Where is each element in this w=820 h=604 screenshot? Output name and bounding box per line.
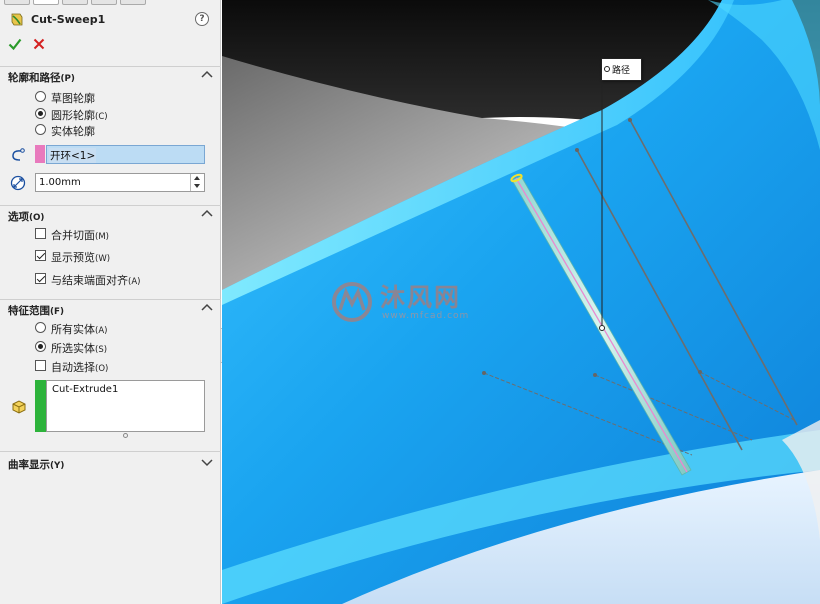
feature-title: Cut-Sweep1 (31, 13, 106, 26)
checkbox-label: 与结束端面对齐(A) (51, 274, 141, 287)
watermark: 沐风网 www.mfcad.com (330, 278, 490, 328)
spin-up-icon[interactable] (194, 176, 200, 180)
spin-down-icon[interactable] (194, 184, 200, 188)
path-selection-value: 开环<1> (49, 148, 97, 163)
question-mark-icon[interactable]: ? (195, 12, 209, 26)
callout-anchor-point (599, 325, 605, 331)
radio-label: 圆形轮廓(C) (51, 109, 108, 122)
list-item[interactable]: Cut-Extrude1 (52, 384, 118, 395)
tab-feature-manager[interactable] (4, 0, 30, 5)
chevron-up-icon[interactable] (201, 302, 213, 312)
section-curvature-header[interactable]: 曲率显示(Y) (0, 451, 221, 471)
callout-dot-icon (604, 66, 610, 72)
chevron-up-icon[interactable] (201, 69, 213, 79)
tab-dimxpert-manager[interactable] (91, 0, 117, 5)
watermark-logo (332, 282, 372, 322)
path-color-swatch (35, 145, 45, 163)
chevron-down-icon[interactable] (201, 457, 213, 467)
section-options-title: 选项(O) (8, 211, 45, 223)
solid-body-icon (12, 400, 26, 414)
path-callout-label[interactable]: 路径 (601, 58, 642, 81)
section-options-header[interactable]: 选项(O) (0, 205, 221, 223)
path-curve-icon (12, 148, 25, 161)
diameter-spinner[interactable] (190, 174, 204, 191)
radio-button[interactable] (35, 108, 46, 119)
cut-sweep-icon (11, 13, 23, 26)
checkbox[interactable] (35, 228, 46, 239)
panel-tab-strip (0, 0, 221, 6)
callout-text: 路径 (612, 66, 631, 76)
feature-title-row: Cut-Sweep1 ? (8, 11, 213, 29)
checkbox[interactable] (35, 250, 46, 261)
radio-button[interactable] (35, 341, 46, 352)
checkbox[interactable] (35, 273, 46, 284)
radio-button[interactable] (35, 91, 46, 102)
section-feature-scope-title: 特征范围(F) (8, 305, 64, 317)
radio-label: 实体轮廓 (51, 125, 95, 138)
sketch-point (575, 148, 579, 152)
sketch-point (593, 373, 597, 377)
diameter-icon (10, 175, 26, 191)
section-profile-path-header[interactable]: 轮廓和路径(P) (0, 66, 221, 84)
checkbox-label: 自动选择(O) (51, 361, 109, 374)
chevron-up-icon[interactable] (201, 208, 213, 218)
radio-label: 草图轮廓 (51, 92, 95, 105)
sketch-point (698, 370, 702, 374)
list-resize-grip[interactable] (123, 433, 128, 438)
tab-configuration-manager[interactable] (62, 0, 88, 5)
checkbox-label: 显示预览(W) (51, 251, 111, 264)
checkbox-label: 合并切面(M) (51, 229, 109, 242)
diameter-input[interactable]: 1.00mm (35, 173, 205, 192)
bodies-selection-list[interactable]: Cut-Extrude1 (46, 380, 205, 432)
property-manager-panel: Cut-Sweep1 ? 轮廓和路径(P) 草图轮廓 圆形轮廓(C) 实体轮廓 … (0, 0, 221, 604)
section-feature-scope-header[interactable]: 特征范围(F) (0, 299, 221, 317)
section-profile-path-title: 轮廓和路径(P) (8, 72, 75, 84)
radio-label: 所有实体(A) (51, 323, 108, 336)
sketch-point (628, 118, 632, 122)
ok-check-button[interactable] (8, 37, 22, 51)
sketch-point (482, 371, 486, 375)
tab-property-manager[interactable] (33, 0, 59, 5)
section-curvature-title: 曲率显示(Y) (8, 459, 65, 471)
bodies-color-swatch (35, 380, 46, 432)
cancel-x-button[interactable] (32, 37, 46, 51)
diameter-value: 1.00mm (39, 177, 81, 188)
radio-button[interactable] (35, 124, 46, 135)
watermark-url: www.mfcad.com (382, 311, 470, 321)
checkbox[interactable] (35, 360, 46, 371)
tab-display-manager[interactable] (120, 0, 146, 5)
watermark-text: 沐风网 (380, 283, 462, 312)
graphics-viewport[interactable]: 路径 沐风网 www.mfcad.com (222, 0, 820, 604)
model-scene[interactable] (222, 0, 820, 604)
path-selection-field[interactable]: 开环<1> (46, 145, 205, 164)
radio-button[interactable] (35, 322, 46, 333)
radio-label: 所选实体(S) (51, 342, 108, 355)
